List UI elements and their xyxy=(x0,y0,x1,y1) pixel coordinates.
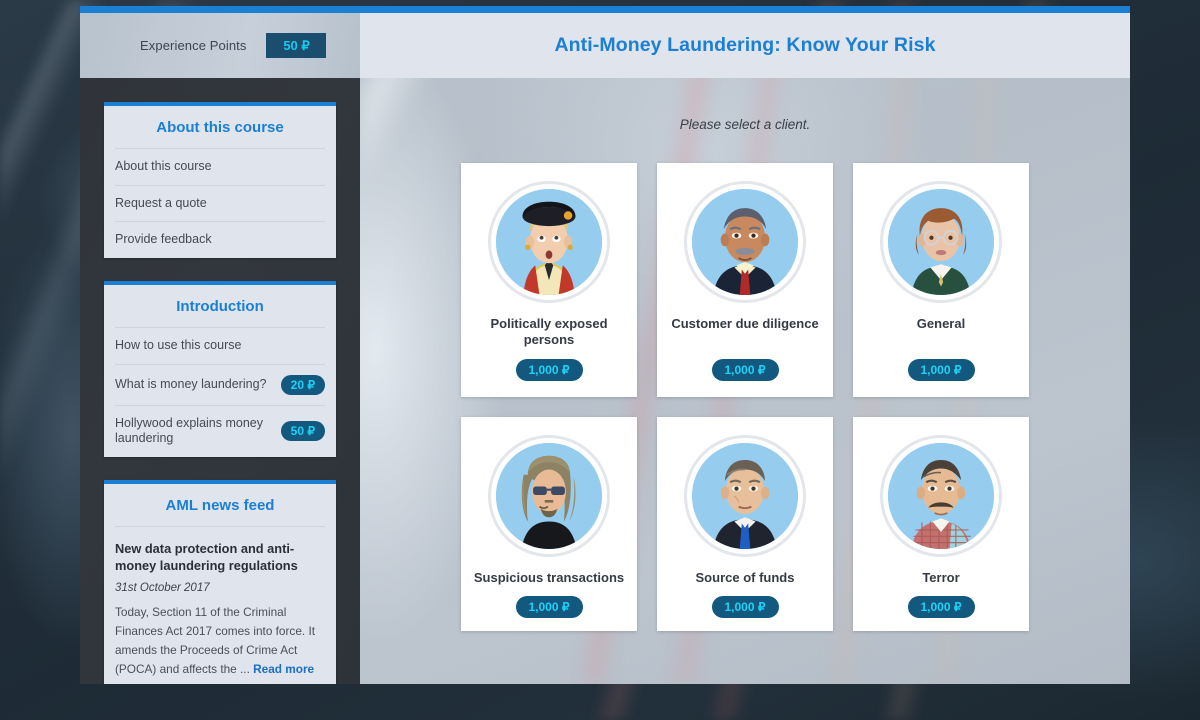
main-content: Anti-Money Laundering: Know Your Risk Pl… xyxy=(360,13,1130,684)
sidebar-item-label: Provide feedback xyxy=(115,232,212,247)
avatar-ring xyxy=(684,434,806,557)
card-points-badge: 1,000 ₽ xyxy=(515,358,583,381)
panel-title-news: AML news feed xyxy=(165,496,275,514)
experience-points-strip: Experience Points 50 ₽ xyxy=(80,13,360,78)
card-title: Source of funds xyxy=(695,569,795,585)
sidebar: Experience Points 50 ₽ About this course… xyxy=(80,13,360,684)
avatar-man-moustache-check-shirt-icon xyxy=(888,442,994,549)
top-accent-bar xyxy=(80,6,1130,13)
experience-points-label: Experience Points xyxy=(140,38,247,53)
card-title: Terror xyxy=(922,569,960,585)
sidebar-item-request-a-quote[interactable]: Request a quote xyxy=(115,184,325,222)
card-points-badge: 1,000 ₽ xyxy=(711,596,779,619)
instruction-text: Please select a client. xyxy=(679,117,811,132)
news-body: Today, Section 11 of the Criminal Financ… xyxy=(115,603,325,679)
panel-about-this-course: About this course About this course Requ… xyxy=(104,102,336,258)
avatar-ring xyxy=(488,181,610,303)
page-title: Anti-Money Laundering: Know Your Risk xyxy=(554,34,936,56)
avatar-ring xyxy=(880,181,1002,303)
experience-points-badge: 50 ₽ xyxy=(266,33,327,58)
client-card-terror[interactable]: Terror 1,000 ₽ xyxy=(853,416,1029,631)
client-card-customer-due-diligence[interactable]: Customer due diligence 1,000 ₽ xyxy=(657,163,833,397)
news-date: 31st October 2017 xyxy=(115,581,210,594)
panel-list-about: About this course Request a quote Provid… xyxy=(104,148,336,258)
news-article[interactable]: New data protection and anti-money laund… xyxy=(115,525,325,684)
sidebar-item-label: How to use this course xyxy=(115,337,242,352)
card-points-badge: 1,000 ₽ xyxy=(515,596,583,619)
sidebar-item-label: Hollywood explains money laundering xyxy=(115,415,263,446)
card-title: General xyxy=(916,316,966,331)
panel-aml-news-feed: AML news feed New data protection and an… xyxy=(104,479,336,684)
client-card-suspicious-transactions[interactable]: Suspicious transactions 1,000 ₽ xyxy=(461,416,637,631)
card-title: Suspicious transactions xyxy=(473,569,625,585)
panel-list-introduction: How to use this course What is money lau… xyxy=(104,326,336,457)
panel-introduction: Introduction How to use this course What… xyxy=(104,280,336,457)
client-card-grid: Politically exposed persons 1,000 ₽ Cust… xyxy=(461,163,1029,631)
panel-title-introduction: Introduction xyxy=(176,297,264,315)
card-points-badge: 1,000 ₽ xyxy=(907,596,975,619)
card-title: Customer due diligence xyxy=(671,316,819,331)
points-badge: 20 ₽ xyxy=(280,374,325,395)
main-header: Anti-Money Laundering: Know Your Risk xyxy=(360,13,1130,78)
avatar-older-man-red-tie-icon xyxy=(692,189,798,295)
avatar-woman-glasses-green-icon xyxy=(888,189,994,295)
avatar-woman-tricorn-hat-icon xyxy=(496,189,602,295)
sidebar-panels-container: About this course About this course Requ… xyxy=(80,78,360,684)
points-badge: 50 ₽ xyxy=(280,421,325,442)
sidebar-item-what-is-money-laundering[interactable]: What is money laundering? 20 ₽ xyxy=(115,363,325,405)
sidebar-item-about-this-course[interactable]: About this course xyxy=(115,148,325,185)
card-points-badge: 1,000 ₽ xyxy=(711,358,779,381)
avatar-ring xyxy=(488,434,610,557)
news-headline: New data protection and anti-money laund… xyxy=(115,540,298,573)
client-card-source-of-funds[interactable]: Source of funds 1,000 ₽ xyxy=(657,416,833,631)
read-more-link[interactable]: Read more xyxy=(253,662,314,676)
card-points-badge: 1,000 ₽ xyxy=(907,358,975,381)
panel-title-about: About this course xyxy=(156,119,284,136)
avatar-ring xyxy=(880,434,1002,557)
client-card-politically-exposed-persons[interactable]: Politically exposed persons 1,000 ₽ xyxy=(461,163,637,397)
avatar-man-blue-tie-icon xyxy=(692,442,798,549)
news-list: New data protection and anti-money laund… xyxy=(104,525,336,684)
course-page: Experience Points 50 ₽ About this course… xyxy=(80,6,1130,684)
avatar-man-sunglasses-long-hair-icon xyxy=(496,442,602,549)
client-card-general[interactable]: General 1,000 ₽ xyxy=(853,163,1029,397)
sidebar-item-how-to-use-this-course[interactable]: How to use this course xyxy=(115,326,325,364)
sidebar-item-provide-feedback[interactable]: Provide feedback xyxy=(115,221,325,258)
avatar-ring xyxy=(684,181,806,303)
sidebar-item-label: Request a quote xyxy=(115,195,207,210)
sidebar-item-label: About this course xyxy=(115,159,212,173)
card-title: Politically exposed persons xyxy=(490,316,608,348)
sidebar-item-label: What is money laundering? xyxy=(115,376,267,391)
sidebar-item-hollywood-explains-money-laundering[interactable]: Hollywood explains money laundering 50 ₽ xyxy=(115,404,325,457)
